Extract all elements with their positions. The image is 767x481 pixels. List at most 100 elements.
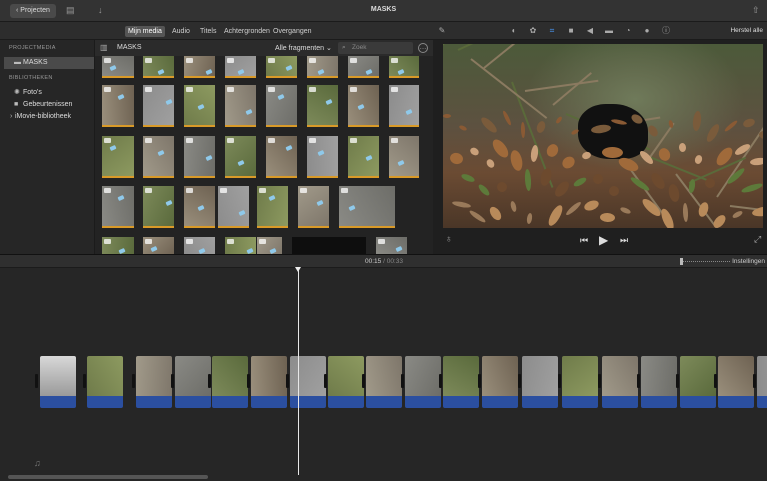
transition-handle[interactable] bbox=[637, 374, 640, 388]
timeline-clip[interactable] bbox=[251, 356, 287, 408]
transition-handle[interactable] bbox=[362, 374, 365, 388]
transition-handle[interactable] bbox=[518, 374, 521, 388]
media-thumbnail[interactable] bbox=[102, 85, 134, 127]
timeline-clip[interactable] bbox=[522, 356, 558, 408]
tab-transitions[interactable]: Overgangen bbox=[270, 26, 315, 37]
media-thumbnail[interactable] bbox=[348, 136, 379, 178]
media-thumbnail[interactable] bbox=[257, 186, 288, 228]
play-icon[interactable]: ▶ bbox=[599, 233, 608, 247]
media-thumbnail[interactable] bbox=[184, 85, 215, 127]
timeline-scrollbar[interactable] bbox=[8, 475, 208, 479]
media-thumbnail[interactable] bbox=[225, 136, 256, 178]
info-icon[interactable]: ⓘ bbox=[660, 25, 672, 37]
timeline-clip[interactable] bbox=[680, 356, 716, 408]
transition-handle[interactable] bbox=[247, 374, 250, 388]
media-thumbnail[interactable] bbox=[143, 186, 174, 228]
playhead-tip[interactable] bbox=[295, 267, 301, 272]
search-input[interactable]: ⌕ Zoek bbox=[338, 42, 413, 54]
media-thumbnail[interactable] bbox=[348, 56, 379, 78]
timeline-clip[interactable] bbox=[482, 356, 518, 408]
timeline-clip[interactable] bbox=[87, 356, 123, 408]
timeline-clip[interactable] bbox=[405, 356, 441, 408]
transition-handle[interactable] bbox=[598, 374, 601, 388]
transition-handle[interactable] bbox=[676, 374, 679, 388]
volume-icon[interactable]: ◀ bbox=[584, 25, 596, 37]
transition-handle[interactable] bbox=[753, 374, 756, 388]
timeline-clip[interactable] bbox=[40, 356, 76, 408]
media-thumbnail[interactable] bbox=[184, 136, 215, 178]
media-thumbnail[interactable] bbox=[102, 136, 134, 178]
media-thumbnail[interactable] bbox=[339, 186, 395, 228]
media-thumbnail[interactable] bbox=[266, 85, 297, 127]
transition-handle[interactable] bbox=[171, 374, 174, 388]
stabilize-icon[interactable]: ■ bbox=[565, 25, 577, 37]
color-icon[interactable]: ✿ bbox=[527, 25, 539, 37]
skip-forward-icon[interactable]: ⏭ bbox=[620, 235, 628, 246]
settings-button[interactable]: Instellingen bbox=[732, 258, 765, 265]
media-thumbnail[interactable] bbox=[298, 186, 329, 228]
media-thumbnail[interactable] bbox=[102, 186, 134, 228]
media-thumbnail[interactable] bbox=[266, 136, 297, 178]
media-thumbnail[interactable] bbox=[143, 136, 174, 178]
transition-handle[interactable] bbox=[439, 374, 442, 388]
transition-handle[interactable] bbox=[401, 374, 404, 388]
media-thumbnail[interactable] bbox=[257, 237, 282, 254]
timeline-clip[interactable] bbox=[718, 356, 754, 408]
media-thumbnail[interactable] bbox=[225, 56, 256, 78]
share-icon[interactable]: ⇧ bbox=[752, 5, 760, 16]
timeline-clip[interactable] bbox=[757, 356, 767, 408]
timeline-clip[interactable] bbox=[641, 356, 677, 408]
transition-handle[interactable] bbox=[324, 374, 327, 388]
transition-handle[interactable] bbox=[286, 374, 289, 388]
media-thumbnail[interactable] bbox=[266, 56, 297, 78]
transition-handle[interactable] bbox=[714, 374, 717, 388]
reset-all-button[interactable]: Herstel alle bbox=[730, 27, 763, 34]
timeline-clip[interactable] bbox=[562, 356, 598, 408]
media-thumbnail[interactable] bbox=[307, 136, 338, 178]
fullscreen-icon[interactable]: ⤢ bbox=[754, 234, 761, 245]
noise-icon[interactable]: ▬ bbox=[603, 25, 615, 37]
more-icon[interactable]: … bbox=[418, 43, 428, 53]
timeline-clip[interactable] bbox=[443, 356, 479, 408]
magic-wand-icon[interactable]: ✎ bbox=[436, 25, 448, 37]
timeline-clip[interactable] bbox=[136, 356, 172, 408]
media-thumbnail[interactable] bbox=[102, 237, 134, 254]
timeline-clip[interactable] bbox=[328, 356, 364, 408]
media-thumbnail[interactable] bbox=[143, 56, 174, 78]
microphone-icon[interactable]: ♁ bbox=[445, 234, 453, 245]
media-thumbnail[interactable] bbox=[184, 186, 215, 228]
timeline[interactable]: ♫ bbox=[0, 267, 767, 481]
transition-handle[interactable] bbox=[478, 374, 481, 388]
video-preview[interactable] bbox=[443, 44, 763, 228]
tab-audio[interactable]: Audio bbox=[169, 26, 193, 37]
timeline-clip[interactable] bbox=[175, 356, 211, 408]
media-thumbnail[interactable] bbox=[143, 85, 174, 127]
transition-handle[interactable] bbox=[35, 374, 38, 388]
sidebar-item-imovie-library[interactable]: › iMovie-bibliotheek bbox=[4, 111, 94, 123]
media-thumbnail[interactable] bbox=[102, 56, 134, 78]
media-thumbnail[interactable] bbox=[225, 85, 256, 127]
skip-back-icon[interactable]: ⏮ bbox=[580, 235, 588, 246]
media-thumbnail[interactable] bbox=[389, 85, 419, 127]
timeline-clip[interactable] bbox=[366, 356, 402, 408]
transition-handle[interactable] bbox=[208, 374, 211, 388]
media-thumbnail[interactable] bbox=[184, 56, 215, 78]
media-thumbnail[interactable] bbox=[348, 85, 379, 127]
timeline-clip[interactable] bbox=[212, 356, 248, 408]
media-thumbnail[interactable] bbox=[389, 56, 419, 78]
clip-filter-select[interactable]: Alle fragmenten ⌄ bbox=[275, 44, 332, 52]
sidebar-toggle-icon[interactable]: ▥ bbox=[100, 43, 108, 52]
media-thumbnail[interactable] bbox=[225, 237, 256, 254]
tab-my-media[interactable]: Mijn media bbox=[125, 26, 165, 37]
crop-icon[interactable]: ⌗ bbox=[546, 25, 558, 37]
zoom-slider-knob[interactable] bbox=[680, 258, 683, 265]
sidebar-item-masks[interactable]: ▬ MASKS bbox=[4, 57, 94, 69]
media-thumbnail[interactable] bbox=[307, 56, 338, 78]
media-thumbnail[interactable] bbox=[143, 237, 174, 254]
media-thumbnail[interactable] bbox=[389, 136, 419, 178]
media-thumbnail[interactable] bbox=[376, 237, 407, 254]
sidebar-item-events[interactable]: ■ Gebeurtenissen bbox=[4, 99, 94, 111]
balance-icon[interactable]: ◐ bbox=[508, 25, 520, 37]
media-thumbnail[interactable] bbox=[184, 237, 215, 254]
transition-handle[interactable] bbox=[558, 374, 561, 388]
